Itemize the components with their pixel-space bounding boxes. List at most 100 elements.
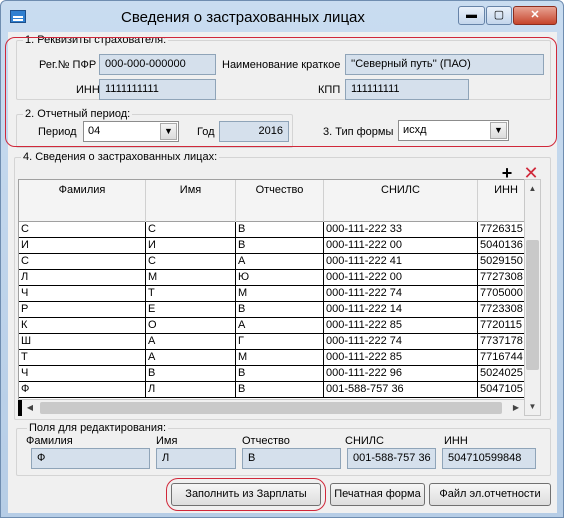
cell-fam[interactable]: Л: [19, 270, 146, 286]
table-horizontal-scrollbar[interactable]: ◀ ▶: [18, 399, 524, 416]
cell-name[interactable]: С: [146, 254, 236, 270]
minimize-icon: ▬: [466, 9, 477, 21]
cell-fam[interactable]: С: [19, 222, 146, 238]
cell-fam[interactable]: С: [19, 254, 146, 270]
insured-persons-label: 4. Сведения о застрахованных лицах:: [21, 151, 220, 163]
cell-name[interactable]: О: [146, 318, 236, 334]
cell-snils[interactable]: 001-588-757 36: [324, 382, 478, 398]
inn-field[interactable]: 1111111111: [99, 79, 216, 100]
cell-fam[interactable]: Ф: [19, 382, 146, 398]
column-header-name[interactable]: Имя: [146, 180, 236, 222]
period-select[interactable]: 04 ▼: [83, 121, 179, 142]
scroll-thumb[interactable]: [526, 240, 539, 370]
table-row[interactable]: Ч Т М 000-111-222 74 7705000: [19, 286, 533, 302]
edit-otch-field[interactable]: В: [242, 448, 341, 469]
close-button[interactable]: ✕: [513, 6, 557, 25]
year-field[interactable]: 2016: [219, 121, 289, 142]
cell-name[interactable]: И: [146, 238, 236, 254]
print-form-button[interactable]: Печатная форма: [330, 483, 425, 506]
kpp-label: КПП: [318, 84, 341, 96]
fill-from-payroll-button[interactable]: Заполнить из Зарплаты: [171, 483, 321, 506]
cell-snils[interactable]: 000-111-222 33: [324, 222, 478, 238]
scroll-down-icon[interactable]: ▼: [525, 398, 540, 415]
cell-otch[interactable]: Ю: [236, 270, 324, 286]
cell-snils[interactable]: 000-111-222 85: [324, 318, 478, 334]
table-row[interactable]: С С В 000-111-222 33 7726315: [19, 222, 533, 238]
scroll-right-icon[interactable]: ▶: [508, 400, 524, 416]
cell-name[interactable]: С: [146, 222, 236, 238]
short-name-label: Наименование краткое: [222, 59, 341, 71]
cell-name[interactable]: М: [146, 270, 236, 286]
maximize-button[interactable]: ▢: [486, 6, 512, 25]
cell-name[interactable]: В: [146, 366, 236, 382]
kpp-field[interactable]: 111111111: [345, 79, 469, 100]
table-row[interactable]: Ф Л В 001-588-757 36 5047105: [19, 382, 533, 398]
e-report-file-button[interactable]: Файл эл.отчетности: [429, 483, 551, 506]
table-row[interactable]: Л М Ю 000-111-222 00 7727308: [19, 270, 533, 286]
table-vertical-scrollbar[interactable]: ▲ ▼: [524, 179, 541, 416]
cell-snils[interactable]: 000-111-222 00: [324, 270, 478, 286]
cell-snils[interactable]: 000-111-222 85: [324, 350, 478, 366]
table-row[interactable]: К О А 000-111-222 85 7720115: [19, 318, 533, 334]
scroll-thumb-h[interactable]: [40, 402, 502, 414]
cell-snils[interactable]: 000-111-222 74: [324, 286, 478, 302]
cell-snils[interactable]: 000-111-222 96: [324, 366, 478, 382]
short-name-field[interactable]: ''Северный путь'' (ПАО): [345, 54, 544, 75]
insured-table[interactable]: Фамилия Имя Отчество СНИЛС ИНН С С В 000-11…: [18, 179, 534, 416]
cell-fam[interactable]: Ч: [19, 366, 146, 382]
cell-snils[interactable]: 000-111-222 00: [324, 238, 478, 254]
cell-otch[interactable]: М: [236, 286, 324, 302]
cell-name[interactable]: А: [146, 350, 236, 366]
scroll-left-icon[interactable]: ◀: [22, 400, 38, 416]
edit-inn-field[interactable]: 504710599848: [442, 448, 536, 469]
cell-otch[interactable]: В: [236, 382, 324, 398]
period-value: 04: [88, 125, 101, 137]
cell-otch[interactable]: М: [236, 350, 324, 366]
cell-name[interactable]: Т: [146, 286, 236, 302]
cell-name[interactable]: Е: [146, 302, 236, 318]
cell-fam[interactable]: И: [19, 238, 146, 254]
cell-name[interactable]: А: [146, 334, 236, 350]
cell-name[interactable]: Л: [146, 382, 236, 398]
table-row[interactable]: Т А М 000-111-222 85 7716744: [19, 350, 533, 366]
table-row[interactable]: Ч В В 000-111-222 96 5024025: [19, 366, 533, 382]
edit-name-field[interactable]: Л: [156, 448, 236, 469]
maximize-icon: ▢: [493, 9, 505, 21]
window-title: Сведения о застрахованных лицах: [121, 9, 365, 26]
cell-fam[interactable]: Ш: [19, 334, 146, 350]
cell-fam[interactable]: Ч: [19, 286, 146, 302]
edit-fam-field[interactable]: Ф: [31, 448, 150, 469]
cell-otch[interactable]: А: [236, 318, 324, 334]
cell-fam[interactable]: Т: [19, 350, 146, 366]
form-type-select[interactable]: исхд ▼: [398, 120, 509, 141]
minimize-button[interactable]: ▬: [458, 6, 485, 25]
insurer-details-label: 1. Реквизиты страхователя:: [23, 34, 169, 46]
chevron-down-icon[interactable]: ▼: [160, 123, 177, 140]
cell-otch[interactable]: В: [236, 222, 324, 238]
chevron-down-icon[interactable]: ▼: [490, 122, 507, 139]
column-header-fam[interactable]: Фамилия: [19, 180, 146, 222]
cell-fam[interactable]: Р: [19, 302, 146, 318]
table-row[interactable]: Р Е В 000-111-222 14 7723308: [19, 302, 533, 318]
table-row[interactable]: Ш А Г 000-111-222 74 7737178: [19, 334, 533, 350]
column-header-otch[interactable]: Отчество: [236, 180, 324, 222]
cell-snils[interactable]: 000-111-222 74: [324, 334, 478, 350]
cell-otch[interactable]: Г: [236, 334, 324, 350]
app-icon: [10, 10, 26, 23]
title-bar[interactable]: Сведения о застрахованных лицах ▬ ▢ ✕: [1, 1, 563, 31]
cell-fam[interactable]: К: [19, 318, 146, 334]
cell-otch[interactable]: В: [236, 302, 324, 318]
cell-snils[interactable]: 000-111-222 14: [324, 302, 478, 318]
scroll-up-icon[interactable]: ▲: [525, 180, 540, 197]
cell-snils[interactable]: 000-111-222 41: [324, 254, 478, 270]
edit-snils-field[interactable]: 001-588-757 36: [347, 448, 436, 469]
pfr-number-field[interactable]: 000-000-000000: [99, 54, 216, 75]
table-row[interactable]: И И В 000-111-222 00 5040136: [19, 238, 533, 254]
table-row[interactable]: С С А 000-111-222 41 5029150: [19, 254, 533, 270]
cell-otch[interactable]: В: [236, 238, 324, 254]
edit-fam-label: Фамилия: [26, 435, 73, 447]
cell-otch[interactable]: В: [236, 366, 324, 382]
main-window: Сведения о застрахованных лицах ▬ ▢ ✕ 1.…: [0, 0, 564, 518]
column-header-snils[interactable]: СНИЛС: [324, 180, 478, 222]
cell-otch[interactable]: А: [236, 254, 324, 270]
